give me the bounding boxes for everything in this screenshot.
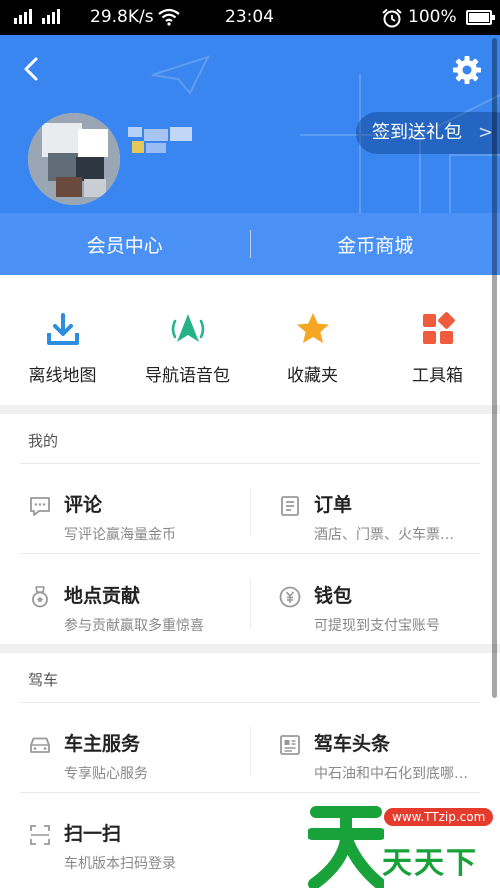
watermark-site: www.TTzip.com: [384, 808, 494, 826]
watermark-logo: www.TTzip.com 天天下载: [308, 798, 500, 889]
quick-favorites[interactable]: 收藏夹: [250, 275, 375, 405]
toolbox-icon: [422, 312, 455, 344]
section-gap: [0, 644, 500, 653]
avatar[interactable]: [28, 113, 120, 205]
entry-orders-subtitle: 酒店、门票、火车票…: [314, 527, 454, 543]
section-title-mine: 我的: [28, 432, 59, 450]
entry-wallet-title: 钱包: [314, 585, 353, 607]
entry-comments-title: 评论: [64, 494, 103, 516]
divider: [250, 727, 251, 775]
entry-driving-news-subtitle: 中石油和中石化到底哪…: [314, 766, 468, 782]
car-icon: [30, 737, 50, 753]
entry-place-contribution-subtitle: 参与贡献赢取多重惊喜: [64, 618, 204, 634]
entry-driving-news-title: 驾车头条: [314, 733, 391, 755]
entry-wallet-subtitle: 可提现到支付宝账号: [314, 618, 440, 634]
wifi-icon: [158, 8, 180, 26]
divider: [250, 579, 251, 627]
quick-offline-maps-label: 离线地图: [28, 366, 97, 386]
divider: [250, 488, 251, 536]
quick-favorites-label: 收藏夹: [287, 366, 338, 386]
quick-offline-maps[interactable]: 离线地图: [0, 275, 125, 405]
scan-icon: [30, 825, 50, 845]
entry-scan[interactable]: 扫一扫 车机版本扫码登录: [28, 815, 258, 889]
chevron-right-icon: >: [478, 122, 494, 143]
alarm-icon: [382, 8, 402, 28]
signin-label: 签到送礼包: [372, 122, 462, 143]
navigation-icon: [171, 314, 204, 342]
quick-toolbox[interactable]: 工具箱: [375, 275, 500, 405]
order-icon: [281, 496, 299, 516]
signin-gift-button[interactable]: 签到送礼包 >: [356, 112, 500, 154]
star-icon: [296, 313, 329, 343]
quick-toolbox-label: 工具箱: [412, 366, 463, 386]
entry-comments-subtitle: 写评论赢海量金币: [64, 527, 176, 543]
entry-orders-title: 订单: [314, 494, 353, 516]
entry-comments[interactable]: 评论 写评论赢海量金币: [28, 486, 258, 566]
profile-header: 签到送礼包 > 会员中心 金币商城: [0, 35, 500, 275]
signal-icon: [14, 9, 60, 24]
entry-orders[interactable]: 订单 酒店、门票、火车票…: [278, 486, 500, 566]
entry-car-owner-service-subtitle: 专享贴心服务: [64, 766, 148, 782]
paper-plane-decoration: [151, 55, 210, 95]
medal-icon: [32, 586, 48, 608]
battery-icon: [466, 10, 495, 25]
entry-place-contribution-title: 地点贡献: [64, 585, 141, 607]
header-tabs: 会员中心 金币商城: [0, 213, 500, 275]
back-button[interactable]: [18, 55, 46, 83]
section-title-driving: 驾车: [28, 671, 59, 689]
divider: [20, 463, 480, 464]
quick-voice-packs-label: 导航语音包: [145, 366, 230, 386]
scrollbar[interactable]: [492, 38, 497, 698]
watermark-tian-glyph: [308, 806, 384, 888]
username-pixelated: [128, 127, 198, 157]
entry-driving-news[interactable]: 驾车头条 中石油和中石化到底哪…: [278, 725, 500, 805]
watermark-text: 天天下载: [382, 846, 478, 881]
wallet-icon: [279, 586, 301, 608]
comment-icon: [30, 497, 50, 516]
status-bar: 29.8K/s 23:04 100%: [0, 0, 500, 35]
section-gap: [0, 405, 500, 414]
settings-gear-icon[interactable]: [452, 55, 482, 85]
divider: [20, 553, 480, 554]
entry-scan-title: 扫一扫: [64, 823, 122, 845]
tab-member-center[interactable]: 会员中心: [0, 231, 250, 258]
battery-percentage: 100%: [408, 7, 457, 27]
entry-scan-subtitle: 车机版本扫码登录: [64, 856, 176, 872]
entry-car-owner-service[interactable]: 车主服务 专享贴心服务: [28, 725, 258, 805]
divider: [20, 702, 480, 703]
divider: [20, 792, 480, 793]
quick-voice-packs[interactable]: 导航语音包: [125, 275, 250, 405]
clock: 23:04: [225, 7, 274, 27]
entry-car-owner-service-title: 车主服务: [64, 733, 141, 755]
network-speed: 29.8K/s: [90, 7, 154, 27]
tab-coin-mall[interactable]: 金币商城: [251, 231, 500, 258]
news-icon: [280, 735, 300, 755]
quick-actions: 离线地图 导航语音包 收藏夹 工具箱: [0, 275, 500, 405]
download-icon: [46, 313, 79, 345]
